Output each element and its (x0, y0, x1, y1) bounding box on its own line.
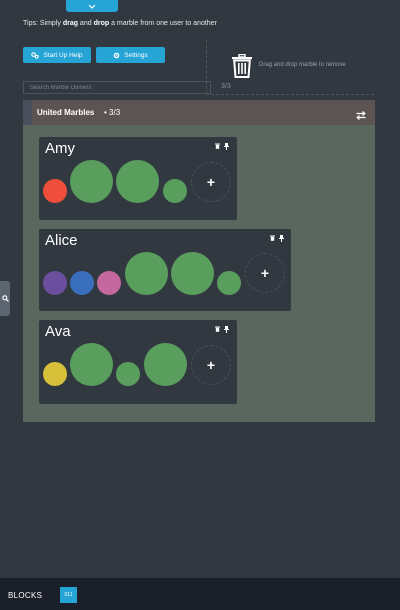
pin-icon[interactable] (224, 326, 229, 333)
startup-help-button[interactable]: Start Up Help (23, 47, 91, 63)
swap-icon (356, 111, 366, 120)
owner-count: 3/3 (221, 83, 231, 90)
gears-icon (31, 51, 40, 59)
marble[interactable] (43, 271, 67, 295)
card-tools (215, 143, 229, 150)
trash-dropzone[interactable] (231, 53, 253, 83)
chevron-down-icon (88, 4, 96, 9)
marble[interactable] (125, 252, 168, 295)
delete-icon[interactable] (215, 326, 220, 332)
search-icon (1, 295, 9, 302)
marble[interactable] (97, 271, 121, 295)
tips-text: Tips: Simply drag and drop a marble from… (23, 20, 217, 27)
user-card-amy[interactable]: Amy + (39, 137, 237, 220)
startup-help-label: Start Up Help (43, 51, 83, 59)
panel-header: United Marbles • 3/3 (23, 100, 375, 125)
add-marble-button[interactable]: + (245, 253, 285, 293)
plus-icon: + (206, 357, 216, 373)
search-input[interactable] (23, 81, 211, 94)
marble[interactable] (116, 160, 159, 203)
marble[interactable] (70, 271, 94, 295)
card-tools (215, 326, 229, 333)
user-name: Alice (45, 232, 78, 249)
panel-header-stripe (23, 100, 32, 125)
marble[interactable] (70, 160, 113, 203)
block-badge[interactable]: 011 (60, 587, 77, 603)
top-drawer-tab[interactable] (66, 0, 118, 12)
add-marble-button[interactable]: + (191, 162, 231, 202)
panel-count: • 3/3 (104, 108, 121, 117)
pin-icon[interactable] (224, 143, 229, 150)
card-tools (270, 235, 284, 242)
blocks-label: BLOCKS (8, 591, 43, 600)
add-marble-button[interactable]: + (191, 345, 231, 385)
marble[interactable] (116, 362, 140, 386)
footer-bar: BLOCKS 011 (0, 578, 400, 610)
plus-icon: + (206, 174, 216, 190)
trash-icon (232, 53, 252, 78)
pin-icon[interactable] (279, 235, 284, 242)
dropzone-text: Drag and drop marble to remove (259, 62, 346, 68)
marble[interactable] (217, 271, 241, 295)
marble[interactable] (144, 343, 187, 386)
swap-button[interactable] (356, 107, 366, 125)
tips-drag: drag (62, 20, 78, 27)
marble[interactable] (43, 362, 67, 386)
user-card-ava[interactable]: Ava + (39, 320, 237, 404)
user-name: Ava (45, 323, 71, 340)
marble[interactable] (70, 343, 113, 386)
dropzone-border-bottom (206, 94, 374, 95)
marble[interactable] (43, 179, 67, 203)
plus-icon: + (260, 265, 270, 281)
panel-title: United Marbles (37, 108, 95, 117)
tips-drop: drop (93, 20, 110, 27)
marble[interactable] (163, 179, 187, 203)
delete-icon[interactable] (270, 235, 275, 241)
settings-button[interactable]: Settings (96, 47, 165, 63)
delete-icon[interactable] (215, 143, 220, 149)
user-card-alice[interactable]: Alice + (39, 229, 291, 311)
user-name: Amy (45, 140, 75, 157)
marble[interactable] (171, 252, 214, 295)
settings-label: Settings (124, 51, 148, 59)
side-search-tab[interactable] (0, 281, 10, 316)
gear-icon (113, 52, 120, 58)
